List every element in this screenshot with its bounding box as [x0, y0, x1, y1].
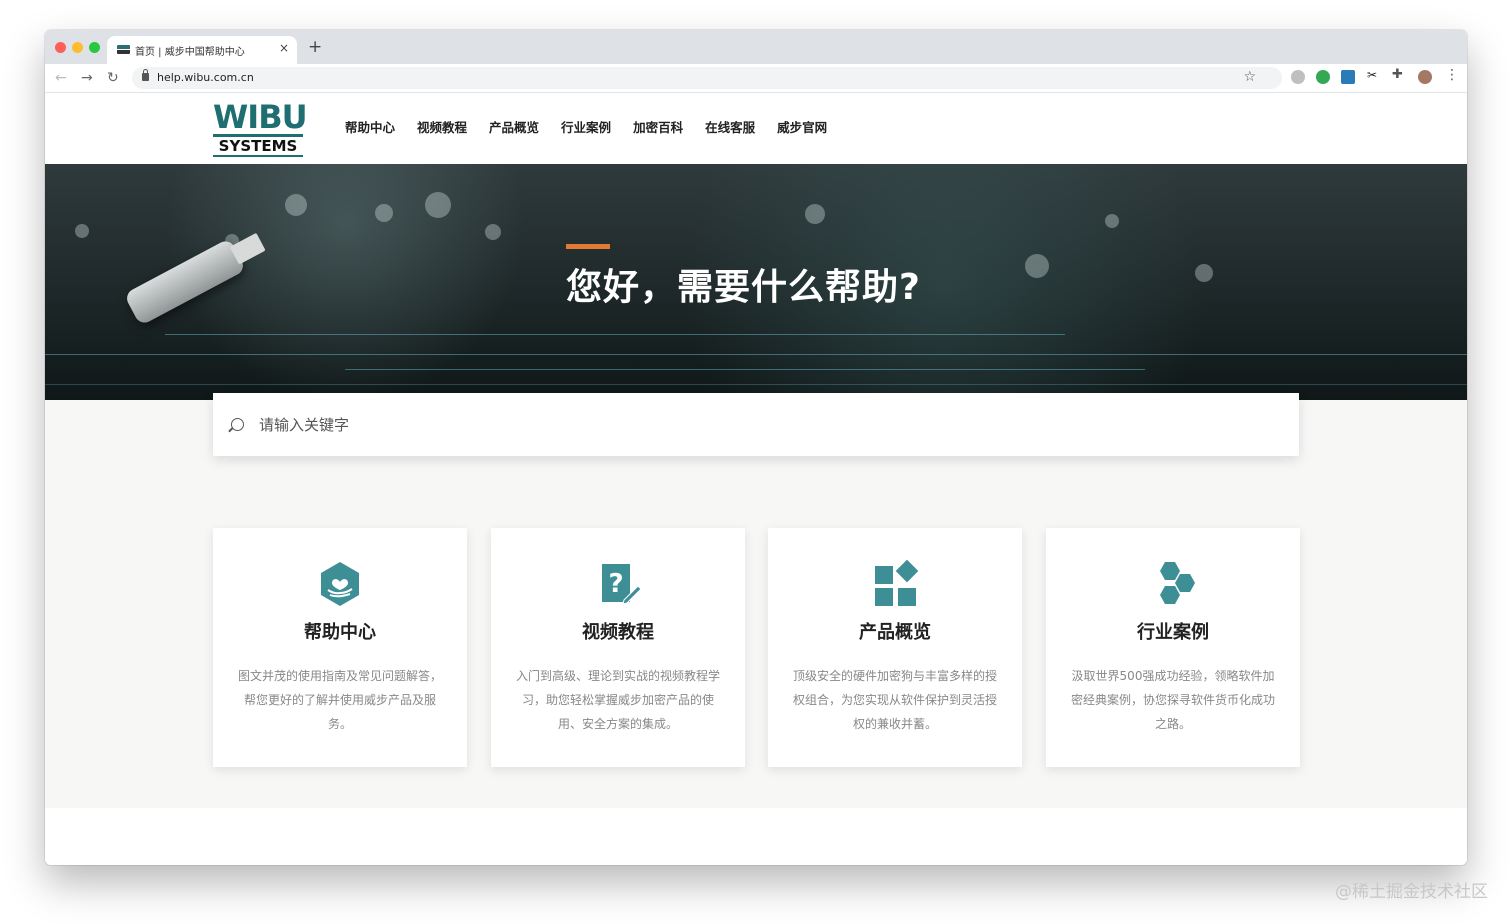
close-window-button[interactable] [55, 42, 66, 53]
browser-menu-icon[interactable]: ⋮ [1445, 67, 1459, 83]
browser-toolbar: ← → ↻ help.wibu.com.cn ☆ ✂ ✚ ⋮ [45, 64, 1467, 93]
search-icon[interactable] [231, 418, 244, 431]
puzzle-icon[interactable]: ✚ [1392, 67, 1406, 82]
tab-strip: 首页 | 威步中国帮助中心 × + [45, 30, 1467, 64]
bookmark-star-icon[interactable]: ☆ [1243, 69, 1256, 85]
logo-systems-text: SYSTEMS [213, 134, 303, 157]
reload-button[interactable]: ↻ [107, 69, 119, 87]
search-input[interactable] [257, 411, 1261, 439]
card-video-tutorials[interactable]: ? 视频教程 入门到高级、理论到实战的视频教程学习，助您轻松掌握威步加密产品的使… [491, 528, 745, 767]
bokeh-dot [1105, 214, 1119, 228]
zoom-window-button[interactable] [89, 42, 100, 53]
watermark: @稀土掘金技术社区 [1335, 882, 1488, 902]
main-nav: 帮助中心 视频教程 产品概览 行业案例 加密百科 在线客服 威步官网 [345, 119, 849, 137]
search-box[interactable] [213, 393, 1299, 456]
back-button[interactable]: ← [55, 69, 67, 87]
extension-2-icon[interactable] [1316, 70, 1330, 84]
blocks-icon [875, 560, 919, 606]
usb-dongle-image [123, 237, 247, 327]
profile-avatar[interactable] [1418, 70, 1432, 84]
circuit-line [165, 334, 1065, 335]
card-industry-cases[interactable]: 行业案例 汲取世界500强成功经验，领略软件加密经典案例，协您探寻软件货币化成功… [1046, 528, 1300, 767]
active-tab[interactable]: 首页 | 威步中国帮助中心 × [107, 36, 297, 64]
card-title: 视频教程 [582, 622, 654, 643]
bokeh-dot [1025, 254, 1049, 278]
card-title: 帮助中心 [304, 622, 376, 643]
svg-text:?: ? [608, 569, 623, 599]
hero-banner: 您好，需要什么帮助? [45, 164, 1467, 400]
site-header: WIBU SYSTEMS 帮助中心 视频教程 产品概览 行业案例 加密百科 在线… [45, 93, 1467, 164]
circuit-line [345, 369, 1145, 370]
card-description: 汲取世界500强成功经验，领略软件加密经典案例，协您探寻软件货币化成功之路。 [1070, 669, 1275, 731]
circuit-line [45, 384, 1467, 385]
card-description: 图文并茂的使用指南及常见问题解答，帮您更好的了解并使用威步产品及服务。 [237, 669, 442, 731]
bokeh-dot [375, 204, 393, 222]
favicon-icon [117, 45, 130, 54]
bokeh-dot [425, 192, 451, 218]
card-description: 顶级安全的硬件加密狗与丰富多样的授权组合，为您实现从软件保护到灵活授权的兼收并蓄… [792, 669, 997, 731]
address-bar[interactable]: help.wibu.com.cn ☆ [132, 67, 1282, 89]
hero-accent-bar [566, 244, 610, 249]
url-text[interactable]: help.wibu.com.cn [157, 71, 254, 84]
nav-online-support[interactable]: 在线客服 [705, 119, 755, 137]
logo-wibu-text: WIBU [213, 98, 308, 136]
heart-hand-icon [321, 562, 359, 606]
extension-1-icon[interactable] [1291, 70, 1305, 84]
scissors-icon[interactable]: ✂ [1367, 68, 1381, 82]
question-pencil-icon: ? [602, 564, 642, 605]
nav-help-center[interactable]: 帮助中心 [345, 119, 395, 137]
nav-official-site[interactable]: 威步官网 [777, 119, 827, 137]
circuit-line [45, 354, 1467, 355]
nav-industry-cases[interactable]: 行业案例 [561, 119, 611, 137]
extension-3-icon[interactable] [1341, 70, 1355, 84]
bokeh-dot [1195, 264, 1213, 282]
card-title: 行业案例 [1137, 622, 1209, 643]
card-description: 入门到高级、理论到实战的视频教程学习，助您轻松掌握威步加密产品的使用、安全方案的… [515, 669, 720, 731]
tab-close-icon[interactable]: × [279, 41, 289, 55]
hexagons-icon [1160, 562, 1195, 604]
bokeh-dot [285, 194, 307, 216]
card-title: 产品概览 [859, 622, 931, 643]
minimize-window-button[interactable] [72, 42, 83, 53]
new-tab-button[interactable]: + [308, 37, 322, 57]
nav-product-overview[interactable]: 产品概览 [489, 119, 539, 137]
lock-icon[interactable] [142, 69, 149, 81]
hero-title: 您好，需要什么帮助? [566, 267, 921, 308]
card-product-overview[interactable]: 产品概览 顶级安全的硬件加密狗与丰富多样的授权组合，为您实现从软件保护到灵活授权… [768, 528, 1022, 767]
bokeh-dot [805, 204, 825, 224]
feature-cards: 帮助中心 图文并茂的使用指南及常见问题解答，帮您更好的了解并使用威步产品及服务。… [213, 528, 1300, 768]
nav-video-tutorials[interactable]: 视频教程 [417, 119, 467, 137]
forward-button[interactable]: → [81, 69, 93, 87]
bokeh-dot [485, 224, 501, 240]
browser-window: 首页 | 威步中国帮助中心 × + ← → ↻ help.wibu.com.cn… [45, 30, 1467, 865]
tab-title: 首页 | 威步中国帮助中心 [135, 47, 245, 58]
card-help-center[interactable]: 帮助中心 图文并茂的使用指南及常见问题解答，帮您更好的了解并使用威步产品及服务。 [213, 528, 467, 767]
wibu-logo[interactable]: WIBU SYSTEMS [213, 98, 308, 157]
nav-encryption-wiki[interactable]: 加密百科 [633, 119, 683, 137]
page: WIBU SYSTEMS 帮助中心 视频教程 产品概览 行业案例 加密百科 在线… [45, 93, 1467, 865]
bokeh-dot [75, 224, 89, 238]
